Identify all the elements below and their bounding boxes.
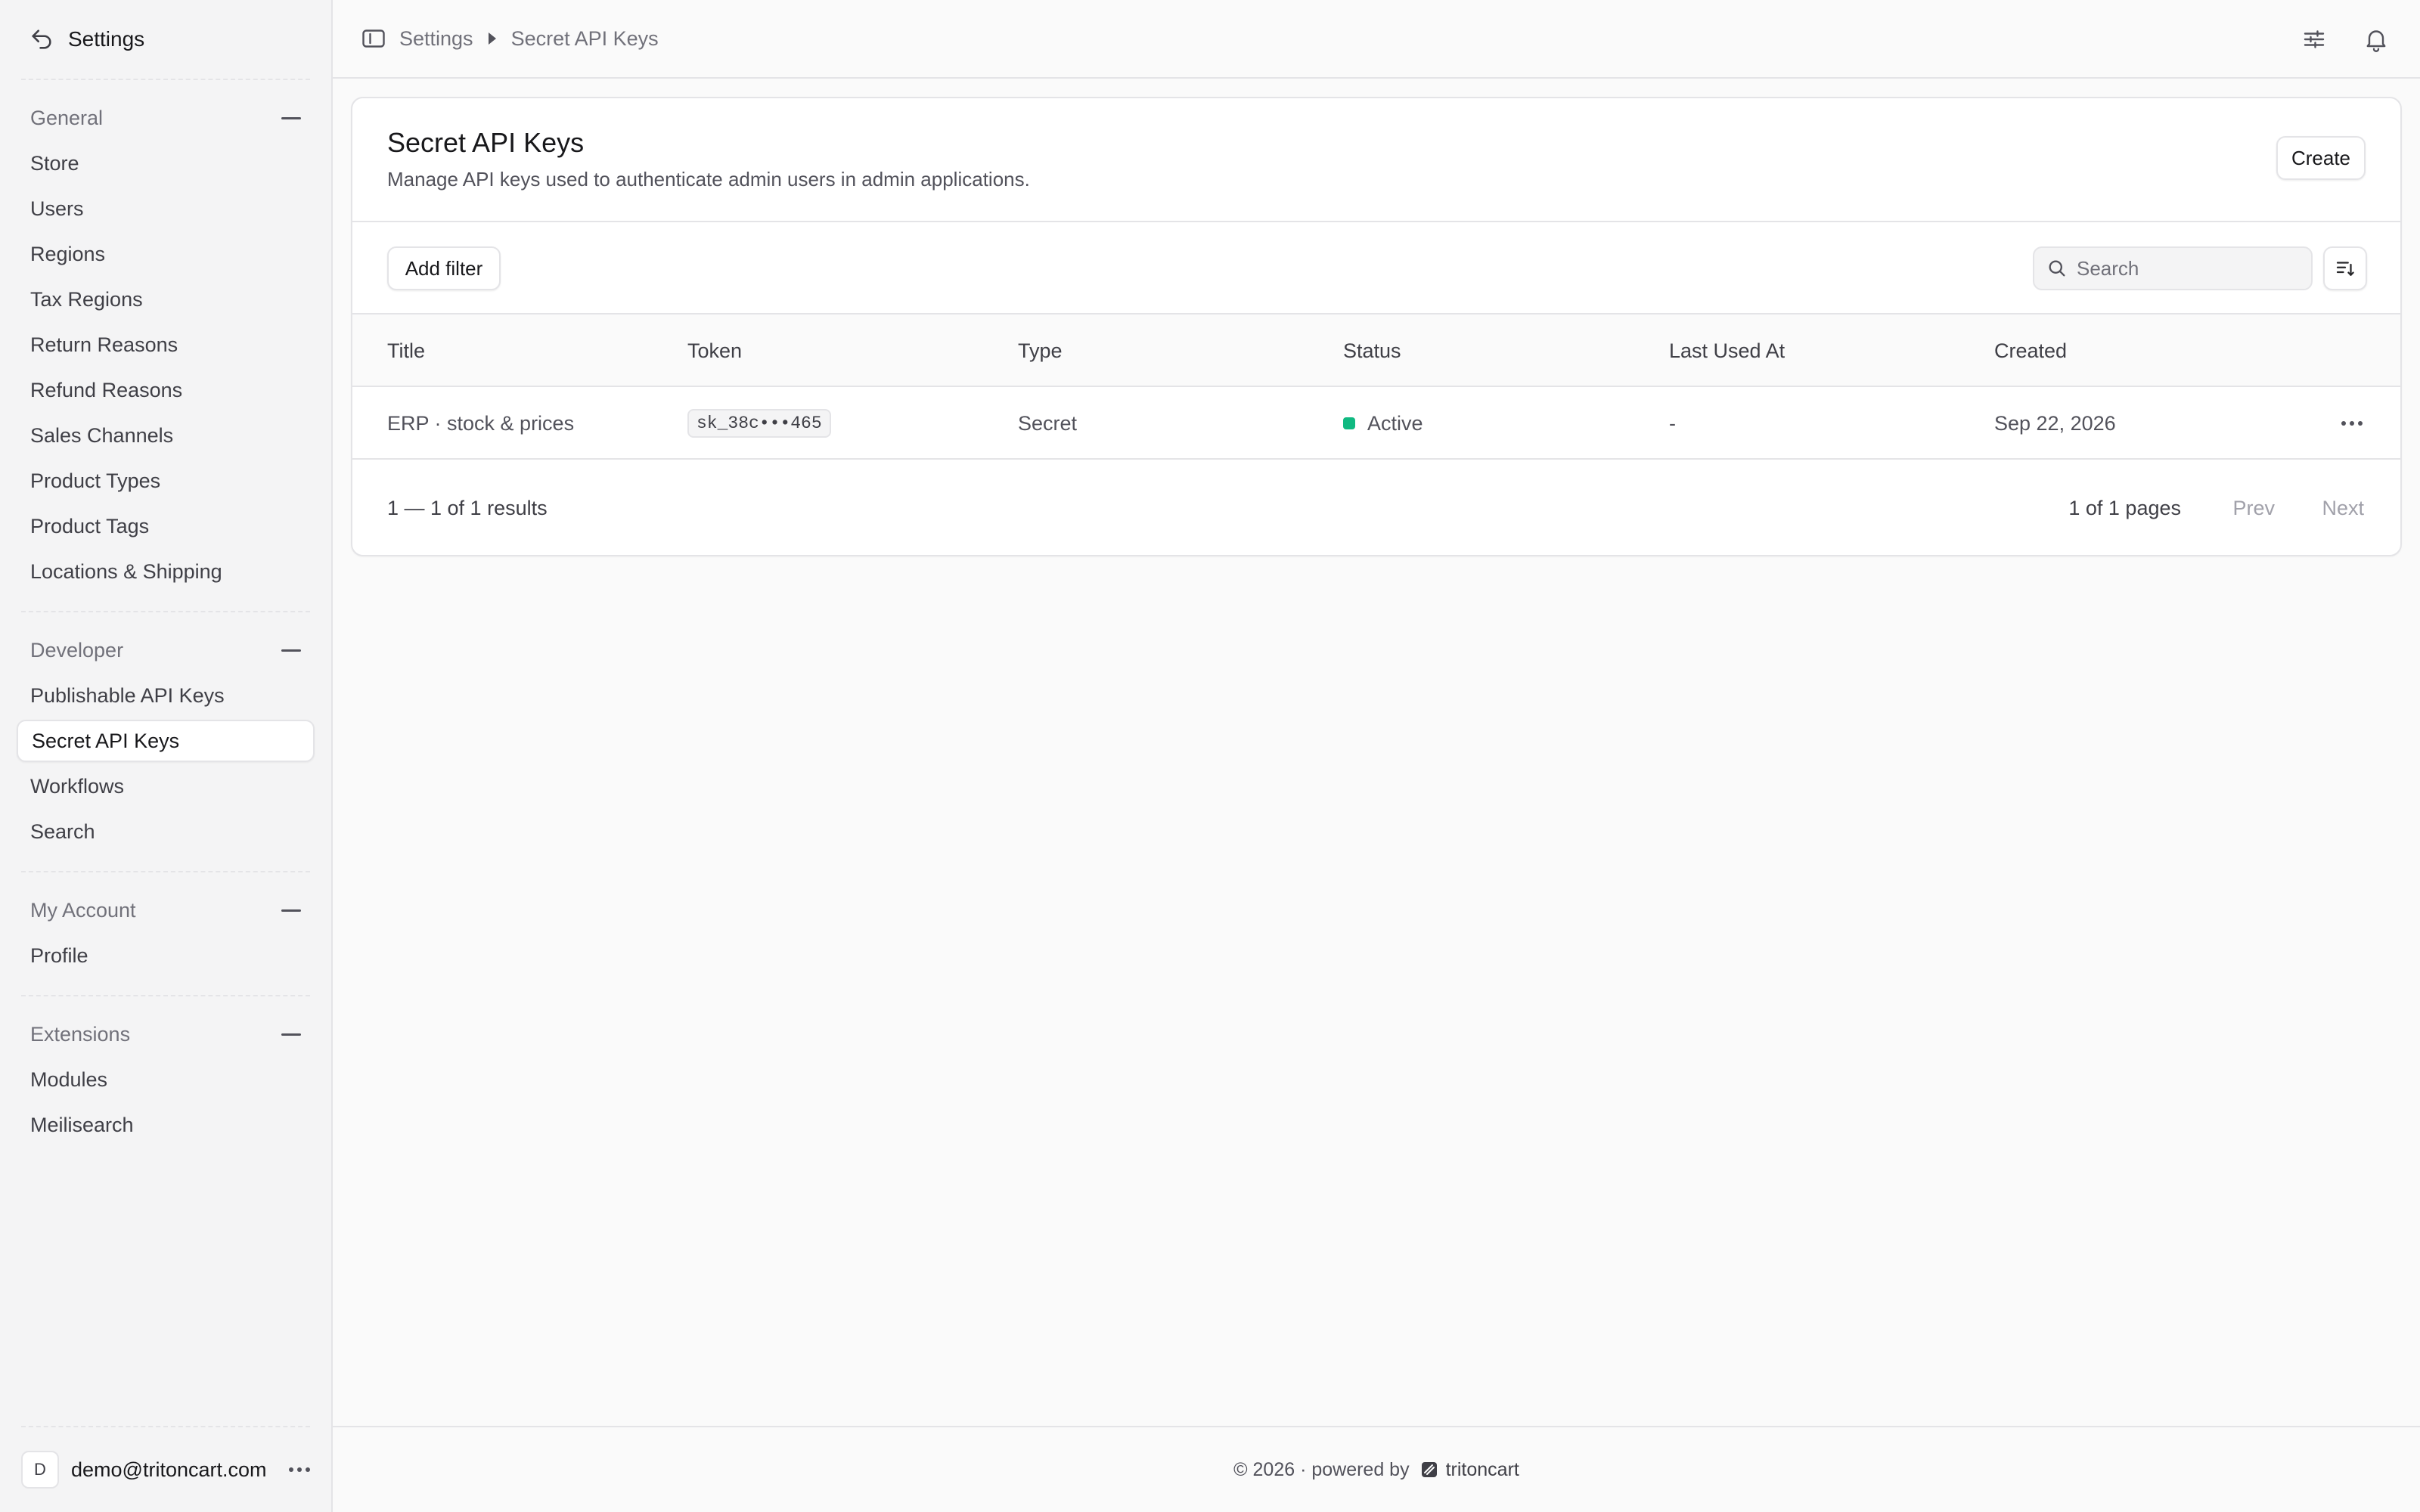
table-toolbar: Add filter — [352, 222, 2400, 314]
token-badge: sk_38c•••465 — [687, 409, 831, 438]
search-field[interactable] — [2033, 246, 2313, 290]
sort-button[interactable] — [2323, 246, 2367, 290]
nav-group-title: Extensions — [30, 1022, 131, 1046]
user-email: demo@tritoncart.com — [71, 1458, 267, 1481]
breadcrumb-caret-icon — [488, 33, 496, 45]
sidebar-item-workflows[interactable]: Workflows — [17, 765, 315, 807]
collapse-icon[interactable] — [281, 116, 301, 119]
search-input[interactable] — [2077, 256, 2296, 280]
create-button[interactable]: Create — [2276, 136, 2366, 180]
sidebar-item-search[interactable]: Search — [17, 810, 315, 853]
sidebar-item-secret-api-keys[interactable]: Secret API Keys — [17, 720, 315, 762]
nav-group-my-account: My Account Profile — [0, 872, 331, 995]
footer-text: © 2026 · powered by — [1233, 1458, 1410, 1480]
nav-group-general: General Store Users Regions Tax Regions … — [0, 80, 331, 611]
nav-group-header[interactable]: My Account — [17, 889, 315, 931]
sort-icon — [2336, 262, 2354, 276]
sidebar-item-product-types[interactable]: Product Types — [17, 460, 315, 502]
next-button[interactable]: Next — [2322, 460, 2364, 556]
back-arrow-icon — [32, 29, 51, 49]
column-header-title[interactable]: Title — [387, 314, 425, 387]
row-actions-button[interactable] — [2341, 387, 2363, 460]
nav-group-title: Developer — [30, 638, 124, 662]
sidebar-title: Settings — [68, 27, 145, 51]
status-badge: Active — [1367, 411, 1423, 435]
sliders-icon[interactable] — [2301, 26, 2328, 53]
nav-group-header[interactable]: Extensions — [17, 1013, 315, 1055]
cell-token: sk_38c•••465 — [687, 387, 831, 460]
cell-type: Secret — [1018, 411, 1078, 435]
nav-group-title: My Account — [30, 898, 136, 922]
more-options-icon[interactable] — [289, 1467, 310, 1472]
page-footer: © 2026 · powered by tritoncart — [333, 1426, 2420, 1512]
cell-last-used: - — [1669, 411, 1676, 435]
add-filter-button[interactable]: Add filter — [387, 246, 501, 290]
column-header-created[interactable]: Created — [1994, 314, 2067, 387]
pagination: 1 — 1 of 1 results 1 of 1 pages Prev Nex… — [352, 460, 2400, 556]
secret-api-keys-card: Secret API Keys Manage API keys used to … — [351, 97, 2402, 556]
results-count: 1 — 1 of 1 results — [387, 496, 548, 519]
sidebar: Settings General Store Users Regions Tax… — [0, 0, 333, 1512]
sidebar-item-sales-channels[interactable]: Sales Channels — [17, 414, 315, 457]
collapse-icon[interactable] — [281, 909, 301, 912]
card-header: Secret API Keys Manage API keys used to … — [352, 98, 2400, 222]
cell-created: Sep 22, 2026 — [1994, 411, 2116, 435]
column-header-status[interactable]: Status — [1343, 314, 1401, 387]
sidebar-item-refund-reasons[interactable]: Refund Reasons — [17, 369, 315, 411]
column-header-token[interactable]: Token — [687, 314, 742, 387]
cell-title: ERP · stock & prices — [387, 411, 575, 435]
sidebar-item-profile[interactable]: Profile — [17, 934, 315, 977]
nav-group-header[interactable]: Developer — [17, 629, 315, 671]
nav-group-developer: Developer Publishable API Keys Secret AP… — [0, 612, 331, 871]
more-options-icon — [2341, 421, 2363, 426]
table-header: Title Token Type Status Last Used At Cre… — [352, 314, 2400, 387]
sidebar-item-locations-shipping[interactable]: Locations & Shipping — [17, 550, 315, 593]
breadcrumb-current: Secret API Keys — [510, 26, 659, 50]
search-icon — [2049, 260, 2065, 277]
page-subtitle: Manage API keys used to authenticate adm… — [387, 168, 1030, 191]
page-indicator: 1 of 1 pages — [2068, 496, 2181, 519]
nav-group-header[interactable]: General — [17, 97, 315, 139]
cell-status: Active — [1343, 387, 1423, 460]
sidebar-item-product-tags[interactable]: Product Tags — [17, 505, 315, 547]
topbar-actions — [2301, 0, 2390, 79]
breadcrumb-settings[interactable]: Settings — [399, 27, 473, 51]
column-header-last-used-at[interactable]: Last Used At — [1669, 314, 1785, 387]
sidebar-item-publishable-api-keys[interactable]: Publishable API Keys — [17, 674, 315, 717]
avatar: D — [21, 1451, 59, 1489]
page-title: Secret API Keys — [387, 127, 585, 158]
user-menu[interactable]: D demo@tritoncart.com — [21, 1426, 310, 1512]
status-indicator-icon — [1343, 417, 1355, 429]
sidebar-item-meilisearch[interactable]: Meilisearch — [17, 1104, 315, 1146]
sidebar-item-return-reasons[interactable]: Return Reasons — [17, 324, 315, 366]
sidebar-item-regions[interactable]: Regions — [17, 233, 315, 275]
tritoncart-logo-icon — [1421, 1462, 1437, 1477]
bell-icon[interactable] — [2363, 26, 2390, 53]
sidebar-item-users[interactable]: Users — [17, 187, 315, 230]
sidebar-toggle-icon[interactable] — [360, 25, 387, 52]
sidebar-item-tax-regions[interactable]: Tax Regions — [17, 278, 315, 321]
prev-button[interactable]: Prev — [2232, 460, 2275, 556]
settings-back-link[interactable]: Settings — [0, 0, 331, 79]
collapse-icon[interactable] — [281, 649, 301, 652]
sidebar-item-store[interactable]: Store — [17, 142, 315, 184]
sidebar-item-modules[interactable]: Modules — [17, 1058, 315, 1101]
column-header-type[interactable]: Type — [1018, 314, 1063, 387]
footer-brand[interactable]: tritoncart — [1446, 1459, 1519, 1481]
nav-group-extensions: Extensions Modules Meilisearch — [0, 996, 331, 1164]
nav-group-title: General — [30, 106, 104, 129]
topbar: Settings Secret API Keys — [333, 0, 2420, 79]
collapse-icon[interactable] — [281, 1033, 301, 1036]
table-row[interactable]: ERP · stock & prices sk_38c•••465 Secret… — [352, 387, 2400, 460]
